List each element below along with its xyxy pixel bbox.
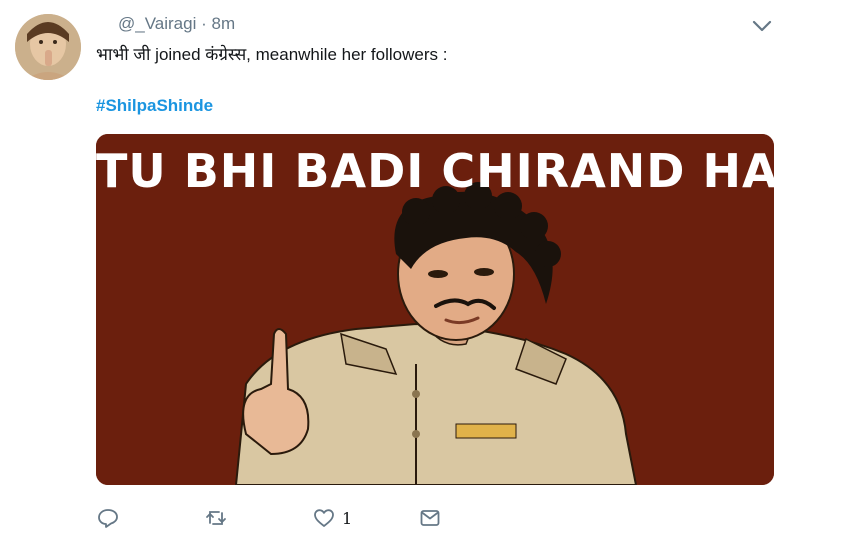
- heart-icon: [314, 509, 334, 527]
- like-count: 1: [342, 508, 353, 528]
- like-button[interactable]: 1: [312, 504, 352, 532]
- reply-button[interactable]: [96, 504, 120, 532]
- more-options-button[interactable]: [750, 16, 774, 36]
- separator-dot: ·: [201, 14, 207, 33]
- user-handle[interactable]: @_Vairagi: [118, 14, 196, 33]
- retweet-icon: [206, 511, 226, 525]
- direct-message-button[interactable]: [418, 504, 442, 532]
- hashtag-link[interactable]: #ShilpaShinde: [96, 96, 213, 116]
- retweet-button[interactable]: [204, 504, 228, 532]
- envelope-icon: [420, 510, 440, 526]
- avatar[interactable]: [15, 14, 81, 80]
- tweet-text: भाभी जी joined कंग्रेस्स, meanwhile her …: [96, 45, 448, 64]
- tweet-actions: 1: [96, 504, 536, 532]
- avatar-image: [15, 14, 81, 80]
- tweet-header: @_Vairagi · 8m: [118, 14, 235, 34]
- reply-icon: [98, 509, 118, 528]
- chevron-down-icon: [752, 20, 772, 32]
- meme-caption: TU BHI BADI CHIRAND HAI: [96, 144, 774, 198]
- tweet-media-image[interactable]: TU BHI BADI CHIRAND HAI: [96, 134, 774, 485]
- tweet-timestamp[interactable]: 8m: [212, 14, 236, 33]
